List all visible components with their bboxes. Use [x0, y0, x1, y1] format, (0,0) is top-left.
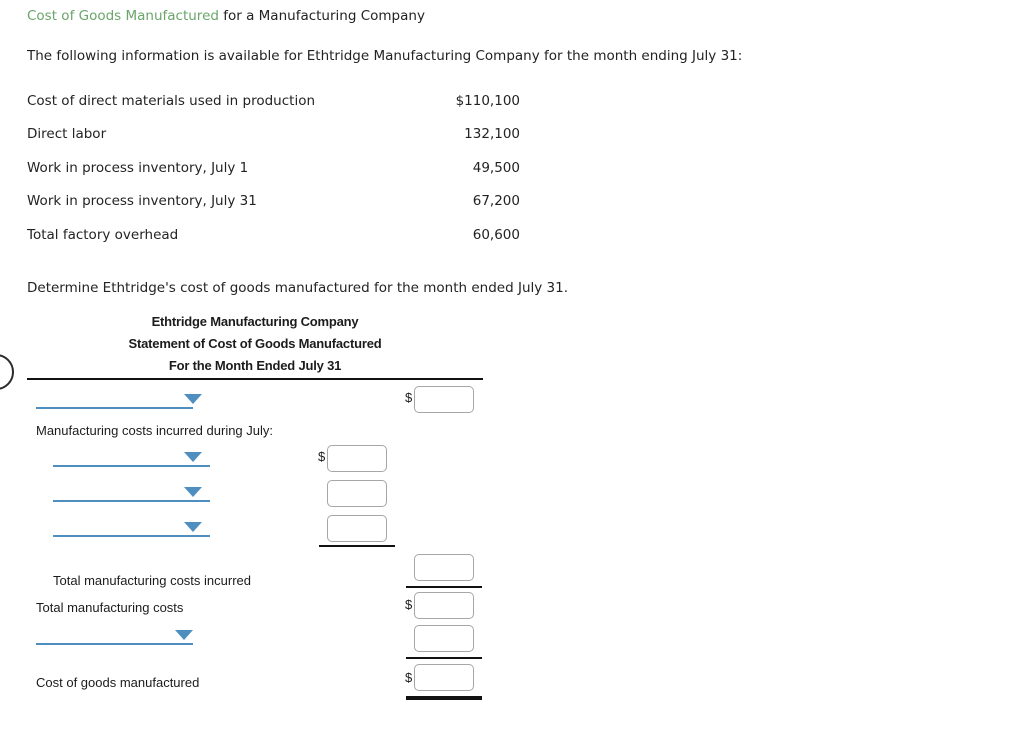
given-data-body: Cost of direct materials used in product… — [27, 84, 520, 252]
statement-header-rule — [27, 378, 483, 380]
fact-label: Direct labor — [27, 126, 107, 143]
dropdown-underline — [36, 643, 193, 645]
dropdown-cost-item-3[interactable] — [53, 515, 210, 537]
dropdown-beginning-work-in-process[interactable] — [36, 387, 202, 409]
problem-question-text: Determine Ethtridge's cost of goods manu… — [27, 280, 569, 296]
problem-intro-text: The following information is available f… — [27, 48, 743, 64]
statement-company-name: Ethtridge Manufacturing Company — [151, 314, 359, 329]
fact-amount: 132,100 — [464, 126, 520, 143]
statement-period: For the Month Ended July 31 — [168, 358, 342, 373]
right-column-total-rule — [406, 657, 482, 659]
input-ending-wip-amount[interactable] — [414, 625, 474, 652]
table-row: Direct labor 132,100 — [27, 118, 520, 152]
chevron-down-icon — [184, 394, 202, 404]
fact-label: Total factory overhead — [27, 226, 179, 243]
page-title-suffix: for a Manufacturing Company — [218, 8, 425, 24]
dollar-sign: $ — [405, 670, 413, 685]
fact-amount: $110,100 — [455, 92, 520, 109]
page-title: Cost of Goods Manufactured for a Manufac… — [27, 7, 425, 25]
fact-label: Work in process inventory, July 1 — [27, 159, 249, 176]
dollar-sign: $ — [318, 449, 326, 464]
given-data-table: Cost of direct materials used in product… — [27, 84, 520, 252]
page-edge-artifact — [0, 354, 14, 390]
dropdown-underline — [53, 465, 210, 467]
dollar-sign: $ — [405, 390, 413, 405]
chevron-down-icon — [175, 630, 193, 640]
grand-total-double-rule — [406, 696, 482, 700]
table-row: Total factory overhead 60,600 — [27, 218, 520, 252]
middle-column-subtotal-rule — [319, 545, 395, 547]
label-total-manufacturing-costs: Total manufacturing costs — [36, 600, 184, 615]
input-total-manufacturing-costs-incurred-amount[interactable] — [414, 554, 474, 581]
dropdown-cost-item-1[interactable] — [53, 445, 210, 467]
dropdown-cost-item-2[interactable] — [53, 480, 210, 502]
dropdown-underline — [53, 535, 210, 537]
table-row: Work in process inventory, July 1 49,500 — [27, 151, 520, 185]
right-column-subtotal-rule — [406, 586, 482, 588]
table-row: Work in process inventory, July 31 67,20… — [27, 185, 520, 219]
dollar-sign: $ — [405, 597, 413, 612]
dropdown-underline — [36, 407, 193, 409]
table-row: Cost of direct materials used in product… — [27, 84, 520, 118]
input-cost-item-1-amount[interactable] — [327, 445, 387, 472]
cost-of-goods-manufactured-worksheet: Ethtridge Manufacturing Company Statemen… — [0, 310, 1024, 710]
dropdown-underline — [53, 500, 210, 502]
input-cost-of-goods-manufactured-amount[interactable] — [414, 664, 474, 691]
chevron-down-icon — [184, 487, 202, 497]
chevron-down-icon — [184, 452, 202, 462]
input-cost-item-2-amount[interactable] — [327, 480, 387, 507]
fact-label: Work in process inventory, July 31 — [27, 193, 257, 210]
dropdown-ending-work-in-process[interactable] — [36, 623, 193, 645]
page-title-topic: Cost of Goods Manufactured — [27, 8, 219, 24]
input-total-manufacturing-costs-amount[interactable] — [414, 592, 474, 619]
fact-amount: 49,500 — [472, 159, 520, 176]
input-cost-item-3-amount[interactable] — [327, 515, 387, 542]
input-beginning-wip-amount[interactable] — [414, 386, 474, 413]
label-cost-of-goods-manufactured: Cost of goods manufactured — [36, 675, 200, 690]
fact-amount: 60,600 — [472, 226, 520, 243]
label-manufacturing-costs-incurred: Manufacturing costs incurred during July… — [36, 423, 274, 438]
statement-title: Statement of Cost of Goods Manufactured — [128, 336, 382, 351]
fact-label: Cost of direct materials used in product… — [27, 92, 316, 109]
label-total-manufacturing-costs-incurred: Total manufacturing costs incurred — [53, 573, 251, 588]
fact-amount: 67,200 — [472, 193, 520, 210]
chevron-down-icon — [184, 522, 202, 532]
